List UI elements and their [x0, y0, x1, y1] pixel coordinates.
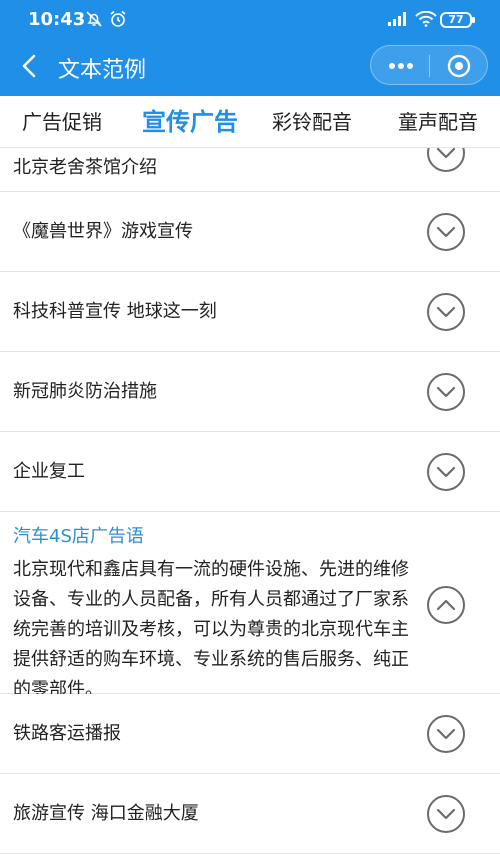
chevron-down-icon — [436, 386, 456, 398]
chevron-down-icon — [436, 728, 456, 740]
list-item-title: 旅游宣传 海口金融大厦 — [13, 803, 199, 824]
list-item[interactable]: 铁路客运播报 — [0, 694, 500, 774]
bell-off-icon — [84, 9, 104, 29]
expand-button[interactable] — [427, 293, 465, 331]
chevron-up-icon — [436, 599, 456, 611]
tab-ringtone-voice[interactable]: 彩铃配音 — [272, 96, 352, 148]
collapse-button[interactable] — [427, 586, 465, 624]
page-title: 文本范例 — [58, 58, 147, 83]
list-item-title: 汽车4S店广告语 — [13, 526, 144, 547]
top-bar: 10:43 77 文本范例 — [0, 0, 500, 96]
tab-ad-promotion[interactable]: 广告促销 — [22, 96, 102, 148]
more-dots-icon — [389, 63, 413, 69]
signal-icon — [386, 9, 410, 29]
tab-child-voice[interactable]: 童声配音 — [398, 96, 478, 148]
miniprogram-capsule — [370, 45, 488, 85]
list-item-expanded[interactable]: 汽车4S店广告语 北京现代和鑫店具有一流的硬件设施、先进的维修设备、专业的人员配… — [0, 512, 500, 700]
chevron-down-icon — [436, 148, 456, 159]
chevron-left-icon — [22, 54, 36, 78]
battery-indicator: 77 — [440, 12, 475, 28]
expand-button[interactable] — [427, 453, 465, 491]
chevron-down-icon — [436, 306, 456, 318]
example-text-body: 北京现代和鑫店具有一流的硬件设施、先进的维修设备、专业的人员配备，所有人员都通过… — [13, 559, 409, 700]
chevron-down-icon — [436, 466, 456, 478]
expand-button[interactable] — [427, 795, 465, 833]
list-item[interactable]: 北京老舍茶馆介绍 — [0, 148, 500, 192]
back-button[interactable] — [14, 50, 44, 82]
chevron-down-icon — [436, 226, 456, 238]
list-item-title: 《魔兽世界》游戏宣传 — [13, 221, 193, 242]
list-item-title: 北京老舍茶馆介绍 — [13, 157, 157, 178]
list-item[interactable]: 企业复工 — [0, 432, 500, 512]
list-item[interactable]: 《魔兽世界》游戏宣传 — [0, 192, 500, 272]
expand-button[interactable] — [427, 213, 465, 251]
expand-button[interactable] — [427, 373, 465, 411]
more-button[interactable] — [377, 50, 425, 82]
alarm-icon — [108, 9, 128, 29]
list-item[interactable]: 科技科普宣传 地球这一刻 — [0, 272, 500, 352]
example-list: 北京老舍茶馆介绍 《魔兽世界》游戏宣传 科技科普宣传 地球这一刻 新冠肺炎防治措… — [0, 148, 500, 867]
list-item[interactable]: 新冠肺炎防治措施 — [0, 352, 500, 432]
target-circle-icon — [447, 54, 471, 78]
wifi-icon — [414, 9, 438, 29]
list-item-title: 科技科普宣传 地球这一刻 — [13, 301, 217, 322]
list-item-title: 新冠肺炎防治措施 — [13, 381, 157, 402]
status-bar: 10:43 77 — [0, 0, 500, 40]
status-time: 10:43 — [28, 9, 86, 30]
list-item[interactable]: 旅游宣传 海口金融大厦 — [0, 774, 500, 854]
list-item-title: 铁路客运播报 — [13, 723, 121, 744]
chevron-down-icon — [436, 808, 456, 820]
list-item-title: 企业复工 — [13, 461, 85, 482]
capsule-divider — [429, 55, 430, 77]
expand-button[interactable] — [427, 148, 465, 172]
expand-button[interactable] — [427, 715, 465, 753]
close-miniprogram-button[interactable] — [435, 50, 483, 82]
tab-publicity-ad[interactable]: 宣传广告 — [142, 96, 238, 148]
tab-bar: 广告促销 宣传广告 彩铃配音 童声配音 — [0, 96, 500, 148]
